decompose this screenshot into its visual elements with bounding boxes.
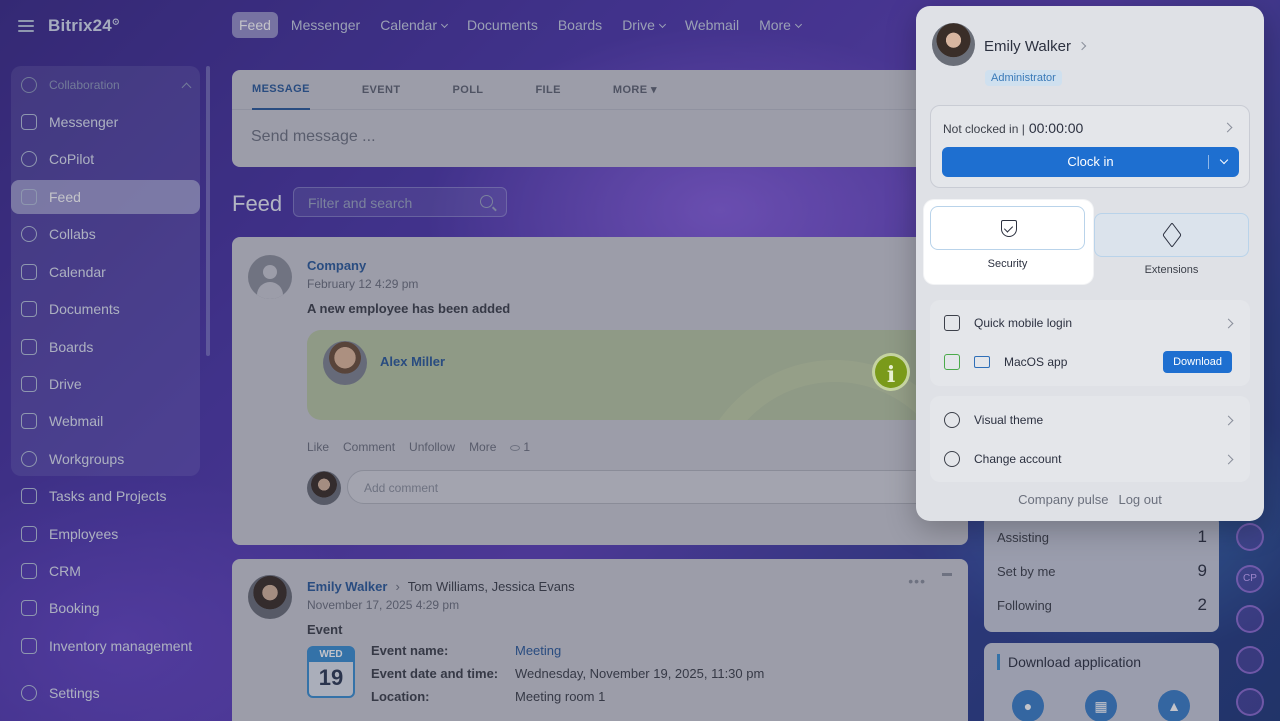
palette-icon [944, 412, 960, 428]
security-label: Security [987, 258, 1028, 270]
quick-mobile-login[interactable]: Quick mobile login [944, 313, 1234, 333]
settings-menu: Visual theme Change account [930, 396, 1250, 482]
visual-theme-item[interactable]: Visual theme [944, 410, 1234, 430]
apps-menu: Quick mobile login MacOS app Download [930, 300, 1250, 386]
shield-icon [1001, 220, 1017, 237]
chevron-right-icon [1223, 415, 1234, 425]
chevron-right-icon[interactable] [1077, 41, 1087, 51]
clock-status: Not clocked in | 00:00:00 [943, 120, 1084, 136]
chevron-right-icon [1223, 318, 1234, 328]
security-highlight: Security [924, 200, 1093, 284]
cube-icon [1162, 222, 1182, 248]
monitor-icon [974, 356, 990, 368]
security-tile[interactable] [930, 206, 1085, 250]
popup-footer: Company pulse Log out [916, 492, 1264, 507]
logout-link[interactable]: Log out [1118, 492, 1161, 507]
role-badge: Administrator [985, 70, 1062, 86]
qr-code-icon [944, 315, 960, 331]
company-pulse-link[interactable]: Company pulse [1018, 492, 1108, 507]
time-tracking-card: Not clocked in | 00:00:00 Clock in [930, 105, 1250, 188]
info-icon: i [872, 353, 910, 391]
macos-app-row: MacOS app Download [944, 351, 1232, 373]
profile-name[interactable]: Emily Walker [984, 38, 1071, 55]
change-account-item[interactable]: Change account [944, 449, 1234, 469]
accounts-icon [944, 451, 960, 467]
avatar[interactable] [932, 23, 975, 66]
clock-in-button[interactable]: Clock in [942, 147, 1239, 177]
extensions-label: Extensions [1144, 264, 1199, 276]
chevron-right-icon [1223, 454, 1234, 464]
extensions-tile[interactable] [1094, 213, 1249, 257]
download-icon [944, 354, 960, 370]
download-button[interactable]: Download [1163, 351, 1232, 373]
chevron-right-icon[interactable] [1222, 122, 1233, 133]
chevron-down-icon[interactable] [1219, 155, 1229, 165]
